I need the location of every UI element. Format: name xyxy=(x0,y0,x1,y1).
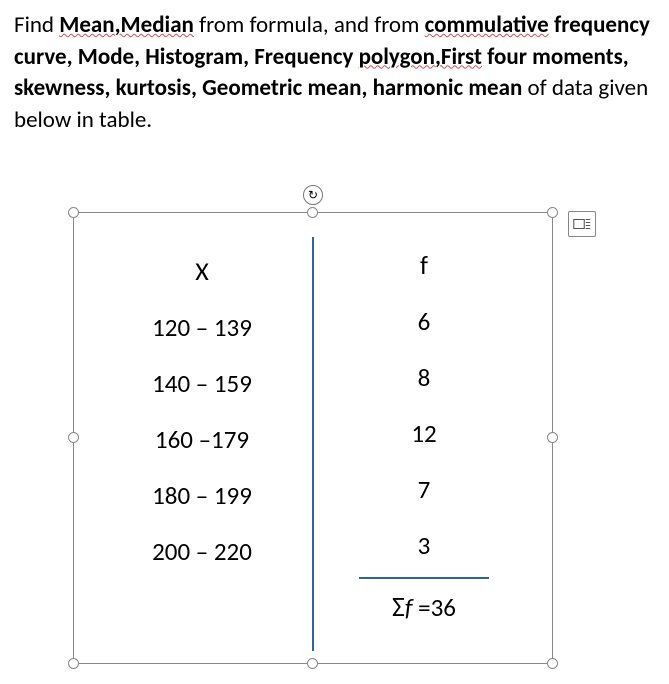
layout-options-button[interactable] xyxy=(568,211,596,237)
table-row: 12 xyxy=(314,405,534,461)
table-row: 160 –179 xyxy=(92,411,312,467)
rotation-handle-icon[interactable]: ↻ xyxy=(303,185,323,205)
data-table: X 120 – 139 140 – 159 160 –179 180 – 199… xyxy=(74,213,552,663)
header-f: f xyxy=(420,237,428,293)
column-f: f 6 8 12 7 3 Σf =36 xyxy=(314,237,534,651)
question-text: Find Mean,Median from formula, and from … xyxy=(14,10,655,137)
image-selection-frame[interactable]: ↻ X 120 – 139 140 – 159 160 –179 180 – 1… xyxy=(73,212,553,664)
header-x: X xyxy=(195,243,209,299)
sum-row: Σf =36 xyxy=(359,573,489,624)
table-row: 200 – 220 xyxy=(92,523,312,579)
layout-options-icon xyxy=(573,217,591,231)
table-row: 8 xyxy=(314,349,534,405)
table-row: 140 – 159 xyxy=(92,355,312,411)
table-row: 120 – 139 xyxy=(92,299,312,355)
table-row: 6 xyxy=(314,293,534,349)
table-row: 180 – 199 xyxy=(92,467,312,523)
column-x: X 120 – 139 140 – 159 160 –179 180 – 199… xyxy=(92,237,314,651)
table-row: 7 xyxy=(314,461,534,517)
sigma-symbol: Σ xyxy=(392,589,405,624)
table-row: 3 xyxy=(314,517,534,573)
